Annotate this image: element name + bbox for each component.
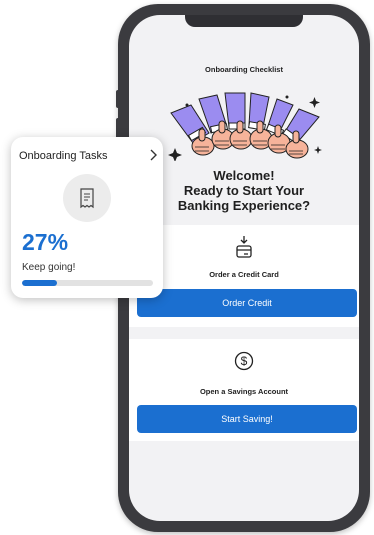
encouragement-text: Keep going!: [22, 262, 76, 273]
task-savings-section: $ Open a Savings Account Start Saving!: [129, 339, 359, 441]
card-title: Onboarding Tasks: [19, 150, 108, 162]
task-credit-card-section: Order a Credit Card Order Credit: [129, 225, 359, 327]
welcome-line: Welcome!: [213, 168, 275, 183]
task-title: Order a Credit Card: [209, 270, 279, 279]
receipt-icon: [80, 188, 94, 209]
dollar-coin-icon: $: [234, 351, 254, 371]
order-credit-button[interactable]: Order Credit: [137, 289, 357, 317]
phone-screen: Onboarding Checklist Welcome! Ready to S…: [129, 15, 359, 521]
start-saving-button[interactable]: Start Saving!: [137, 405, 357, 433]
progress-bar: [22, 280, 153, 286]
welcome-line: Ready to Start Your: [183, 183, 305, 198]
page-title: Onboarding Checklist: [205, 65, 283, 74]
welcome-line: Banking Experience?: [177, 198, 311, 213]
credit-card-icon: [236, 236, 252, 258]
svg-text:$: $: [241, 354, 248, 368]
task-title: Open a Savings Account: [199, 387, 289, 396]
welcome-heading: Welcome! Ready to Start Your Banking Exp…: [129, 168, 359, 213]
chevron-right-icon[interactable]: [147, 148, 159, 162]
progress-percent: 27%: [22, 229, 69, 255]
onboarding-tasks-card[interactable]: Onboarding Tasks 27% Keep going!: [11, 137, 163, 298]
progress-bar-fill: [22, 280, 58, 286]
thumbs-up-illustration: [168, 92, 322, 161]
phone-side-button: [116, 90, 120, 108]
receipt-icon-background: [63, 174, 111, 222]
phone-notch: [185, 15, 303, 27]
